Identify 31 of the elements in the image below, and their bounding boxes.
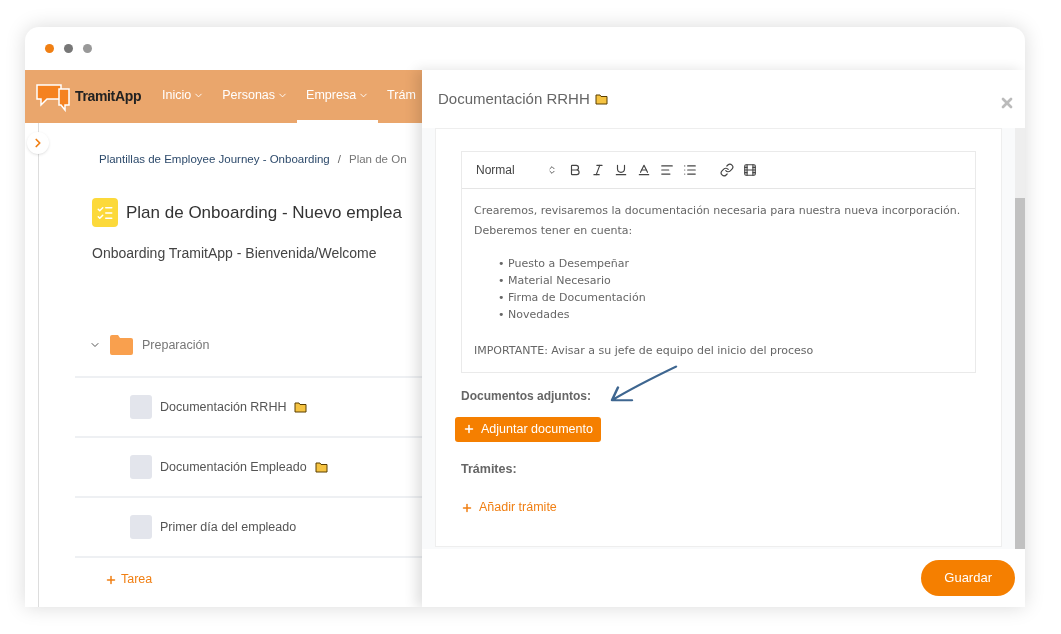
breadcrumb-link[interactable]: Plantillas de Employee Journey - Onboarding	[99, 151, 330, 169]
editor-paragraph: Crearemos, revisaremos la documentación necesaria para nuestra nueva incorporación. Deberemos tener en cuenta:	[474, 203, 962, 239]
format-select[interactable]: Normal	[476, 161, 557, 179]
task-name: Documentación Empleado	[160, 458, 307, 476]
add-task-button[interactable]: Tarea	[105, 570, 153, 589]
nav-menu-item[interactable]: Personas	[213, 70, 298, 123]
task-name: Documentación RRHH	[160, 398, 287, 416]
attach-document-button[interactable]: Adjuntar documento	[455, 416, 601, 442]
bullet-item: • Material Necesario	[498, 273, 612, 289]
nav-menu-item[interactable]: Inicio	[153, 70, 214, 123]
nav-menu-item[interactable]: Trám	[378, 70, 425, 123]
task-row[interactable]: Documentación RRHH	[75, 376, 422, 437]
nav-menu-item[interactable]: Empresa	[297, 70, 379, 123]
drawer-title: Documentación RRHH	[438, 88, 590, 109]
task-row[interactable]: Primer día del empleado	[75, 496, 422, 557]
logo-text: TramitApp	[75, 87, 142, 106]
page-title: Plan de Onboarding - Nuevo emplea	[126, 202, 402, 224]
section-label: Trámites:	[461, 460, 518, 478]
save-button[interactable]: Guardar	[921, 560, 1015, 596]
breadcrumb-separator: /	[337, 152, 341, 167]
breadcrumb-current: Plan de On	[349, 152, 407, 167]
task-name: Primer día del empleado	[160, 518, 297, 536]
bullet-item: • Firma de Documentación	[498, 290, 647, 306]
bullet-item: • Novedades	[498, 307, 571, 323]
add-procedure-link[interactable]: Añadir trámite	[461, 498, 557, 517]
bullet-item: • Puesto a Desempeñar	[498, 256, 631, 272]
editor-paragraph: IMPORTANTE: Avisar a su jefe de equipo del inicio del proceso	[474, 343, 815, 359]
group-name: Preparación	[142, 336, 210, 354]
task-row[interactable]: Documentación Empleado	[75, 436, 422, 497]
page-subtitle: Onboarding TramitApp - Bienvenida/Welcome	[92, 244, 378, 264]
section-label: Documentos adjuntos:	[461, 387, 591, 405]
